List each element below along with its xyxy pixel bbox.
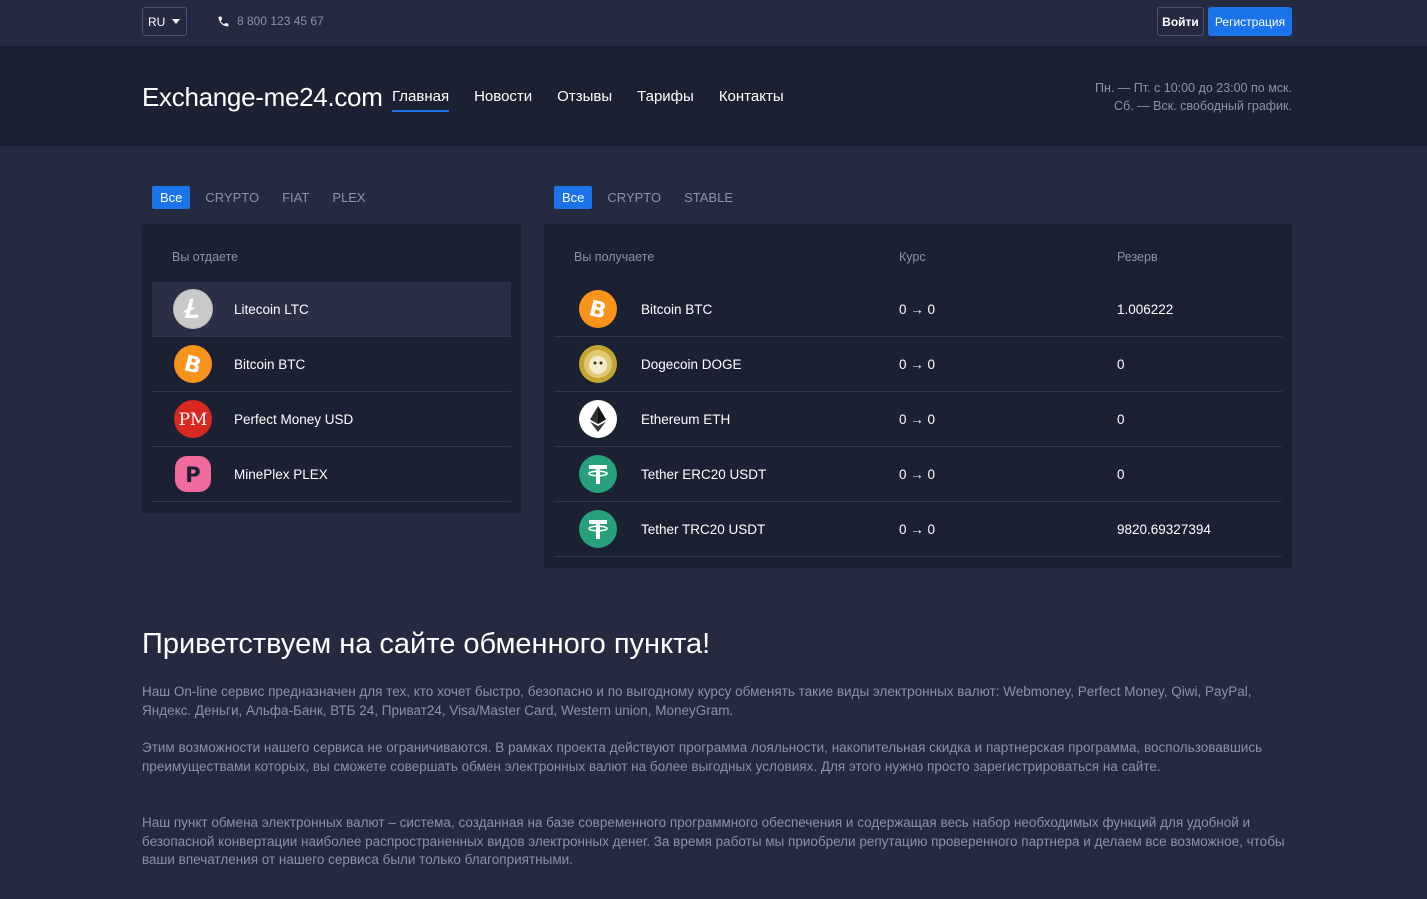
receive-item-dogecoin[interactable]: Dogecoin DOGE 0 → 0 0 (554, 337, 1282, 392)
nav-item-tariffs[interactable]: Тарифы (637, 88, 694, 110)
receive-item-rate: 0 → 0 (899, 521, 936, 537)
give-item-name: MinePlex PLEX (234, 466, 328, 482)
nav-item-reviews[interactable]: Отзывы (557, 88, 612, 110)
receive-item-reserve: 0 (1117, 466, 1125, 482)
receive-tab-stable[interactable]: STABLE (676, 186, 741, 209)
receive-item-tether-erc20[interactable]: Tether ERC20 USDT 0 → 0 0 (554, 447, 1282, 502)
welcome-paragraph-1: Наш On-line сервис предназначен для тех,… (142, 684, 1252, 718)
receive-item-name: Tether ERC20 USDT (641, 466, 767, 482)
working-hours: Пн. — Пт. с 10:00 до 23:00 по мск. Сб. —… (1095, 79, 1292, 115)
receive-tab-all[interactable]: Все (554, 186, 593, 209)
receive-item-rate: 0 → 0 (899, 411, 936, 427)
give-tab-fiat[interactable]: FIAT (274, 186, 317, 209)
give-tab-plex[interactable]: PLEX (324, 186, 373, 209)
dogecoin-icon (578, 344, 618, 384)
phone-number: 8 800 123 45 67 (237, 14, 324, 28)
give-item-bitcoin[interactable]: B Bitcoin BTC (152, 337, 511, 392)
receive-heading: Вы получаете (574, 250, 655, 264)
receive-item-reserve: 1.006222 (1117, 301, 1174, 317)
welcome-title: Приветствуем на сайте обменного пункта! (142, 628, 711, 660)
phone-contact[interactable]: 8 800 123 45 67 (217, 14, 324, 28)
welcome-paragraph-2: Этим возможности нашего сервиса не огран… (142, 740, 1263, 774)
nav-item-home[interactable]: Главная (392, 88, 450, 112)
receive-item-rate: 0 → 0 (899, 356, 936, 372)
bitcoin-icon: B (578, 289, 618, 329)
reserve-heading: Резерв (1117, 250, 1158, 264)
receive-item-ethereum[interactable]: Ethereum ETH 0 → 0 0 (554, 392, 1282, 447)
receive-tab-crypto[interactable]: CRYPTO (599, 186, 669, 209)
chevron-down-icon (172, 19, 180, 24)
give-heading: Вы отдаете (172, 250, 239, 264)
nav-item-news[interactable]: Новости (474, 88, 532, 110)
receive-item-reserve: 0 (1117, 356, 1125, 372)
receive-item-reserve: 0 (1117, 411, 1125, 427)
svg-text:P: P (185, 463, 200, 487)
receive-item-tether-trc20[interactable]: Tether TRC20 USDT 0 → 0 9820.69327394 (554, 502, 1282, 557)
language-value: RU (148, 14, 166, 29)
svg-text:PM: PM (179, 410, 208, 430)
receive-item-bitcoin[interactable]: B Bitcoin BTC 0 → 0 1.006222 (554, 282, 1282, 337)
receive-item-name: Tether TRC20 USDT (641, 521, 766, 537)
give-item-name: Perfect Money USD (234, 411, 354, 427)
top-bar: RU 8 800 123 45 67 Войти Регистрация (0, 0, 1427, 45)
phone-icon (218, 16, 229, 26)
litecoin-icon (173, 289, 213, 329)
receive-item-name: Dogecoin DOGE (641, 356, 742, 372)
give-item-litecoin[interactable]: Litecoin LTC (152, 282, 511, 337)
login-button[interactable]: Войти (1157, 7, 1204, 36)
receive-item-reserve: 9820.69327394 (1117, 521, 1211, 537)
language-select[interactable]: RU (142, 7, 187, 36)
receive-item-rate: 0 → 0 (899, 301, 936, 317)
give-tab-all[interactable]: Все (152, 186, 191, 209)
receive-filter-tabs: Все CRYPTO STABLE (554, 186, 748, 209)
mineplex-icon: P (173, 454, 213, 494)
register-button[interactable]: Регистрация (1208, 7, 1292, 36)
ethereum-icon (578, 399, 618, 439)
nav-item-contacts[interactable]: Контакты (719, 88, 784, 110)
give-item-name: Litecoin LTC (234, 301, 309, 317)
rate-heading: Курс (899, 250, 926, 264)
receive-panel: Вы получаете Курс Резерв B Bitcoin BTC 0… (544, 224, 1292, 568)
receive-item-name: Bitcoin BTC (641, 301, 713, 317)
bitcoin-icon: B (173, 344, 213, 384)
main-nav: Главная Новости Отзывы Тарифы Контакты (392, 88, 809, 112)
give-panel: Вы отдаете Litecoin LTC B Bitcoin BTC PM… (142, 224, 521, 513)
give-item-perfect-money[interactable]: PM Perfect Money USD (152, 392, 511, 447)
give-tab-crypto[interactable]: CRYPTO (197, 186, 267, 209)
welcome-paragraph-3: Наш пункт обмена электронных валют – сис… (142, 815, 1285, 867)
receive-item-rate: 0 → 0 (899, 466, 936, 482)
perfect-money-icon: PM (173, 399, 213, 439)
give-item-mineplex[interactable]: P MinePlex PLEX (152, 447, 511, 502)
site-logo[interactable]: Exchange-me24.com (142, 82, 383, 113)
site-header: Exchange-me24.com Главная Новости Отзывы… (0, 46, 1427, 146)
give-item-name: Bitcoin BTC (234, 356, 306, 372)
receive-item-name: Ethereum ETH (641, 411, 731, 427)
tether-icon (578, 509, 618, 549)
tether-icon (578, 454, 618, 494)
hours-weekend: Сб. — Вск. свободный график. (1114, 99, 1292, 113)
give-filter-tabs: Все CRYPTO FIAT PLEX (152, 186, 381, 209)
hours-weekdays: Пн. — Пт. с 10:00 до 23:00 по мск. (1094, 81, 1292, 95)
